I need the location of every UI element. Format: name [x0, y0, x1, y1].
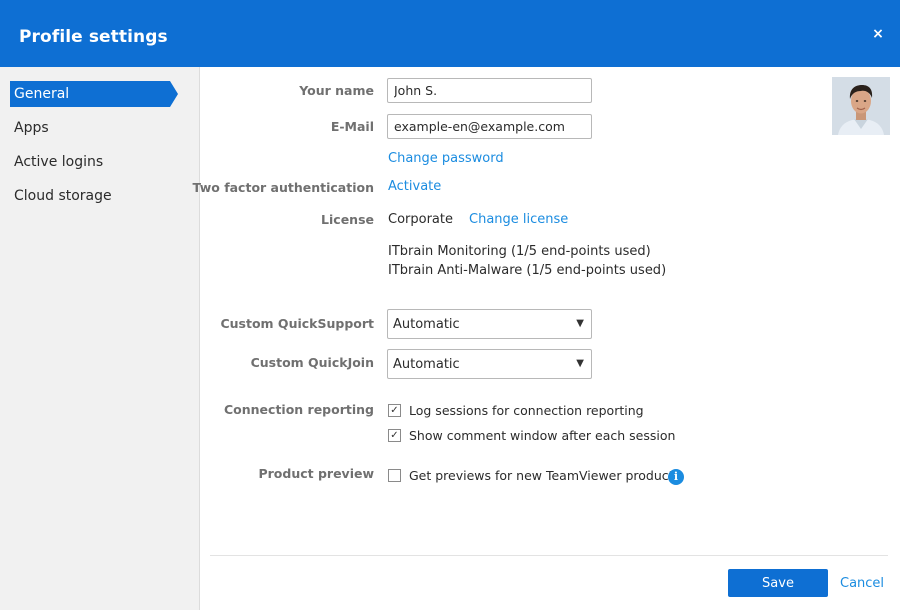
quickjoin-select[interactable]: Automatic ▼: [387, 349, 592, 379]
title-bar: Profile settings ×: [0, 0, 900, 67]
email-label: E-Mail: [330, 119, 374, 134]
quicksupport-select[interactable]: Automatic ▼: [387, 309, 592, 339]
dropdown-arrow-icon: ▼: [576, 358, 584, 369]
license-value: Corporate: [388, 212, 453, 227]
change-license-link[interactable]: Change license: [469, 212, 568, 227]
connection-reporting-label: Connection reporting: [224, 402, 374, 417]
checkbox-checked-icon[interactable]: ✓: [388, 404, 401, 417]
two-factor-label: Two factor authentication: [192, 180, 374, 195]
footer-divider: [210, 555, 888, 556]
name-input[interactable]: [387, 78, 592, 103]
sidebar: General Apps Active logins Cloud storage: [0, 67, 200, 610]
cancel-button[interactable]: Cancel: [840, 576, 884, 591]
license-addon: ITbrain Monitoring (1/5 end-points used): [388, 244, 651, 259]
license-addon: ITbrain Anti-Malware (1/5 end-points use…: [388, 263, 667, 278]
window-title: Profile settings: [19, 27, 168, 47]
profile-photo: [832, 77, 890, 135]
quickjoin-value: Automatic: [393, 357, 460, 372]
checkbox-unchecked-icon[interactable]: [388, 469, 401, 482]
dropdown-arrow-icon: ▼: [576, 318, 584, 329]
close-icon[interactable]: ×: [868, 24, 888, 44]
product-preview-label: Product preview: [258, 466, 374, 481]
change-password-link[interactable]: Change password: [388, 151, 504, 166]
save-button[interactable]: Save: [728, 569, 828, 597]
quicksupport-label: Custom QuickSupport: [220, 316, 374, 331]
checkbox-label: Log sessions for connection reporting: [409, 403, 644, 418]
checkbox-label: Get previews for new TeamViewer products: [409, 468, 681, 483]
checkbox-label: Show comment window after each session: [409, 428, 676, 443]
quickjoin-label: Custom QuickJoin: [250, 355, 374, 370]
quicksupport-value: Automatic: [393, 317, 460, 332]
sidebar-item-active-logins[interactable]: Active logins: [10, 149, 170, 175]
license-label: License: [321, 212, 374, 227]
email-input[interactable]: [387, 114, 592, 139]
activate-two-factor-link[interactable]: Activate: [388, 179, 441, 194]
avatar[interactable]: [832, 77, 890, 135]
name-label: Your name: [299, 83, 374, 98]
info-icon[interactable]: i: [668, 469, 684, 485]
checkbox-checked-icon[interactable]: ✓: [388, 429, 401, 442]
